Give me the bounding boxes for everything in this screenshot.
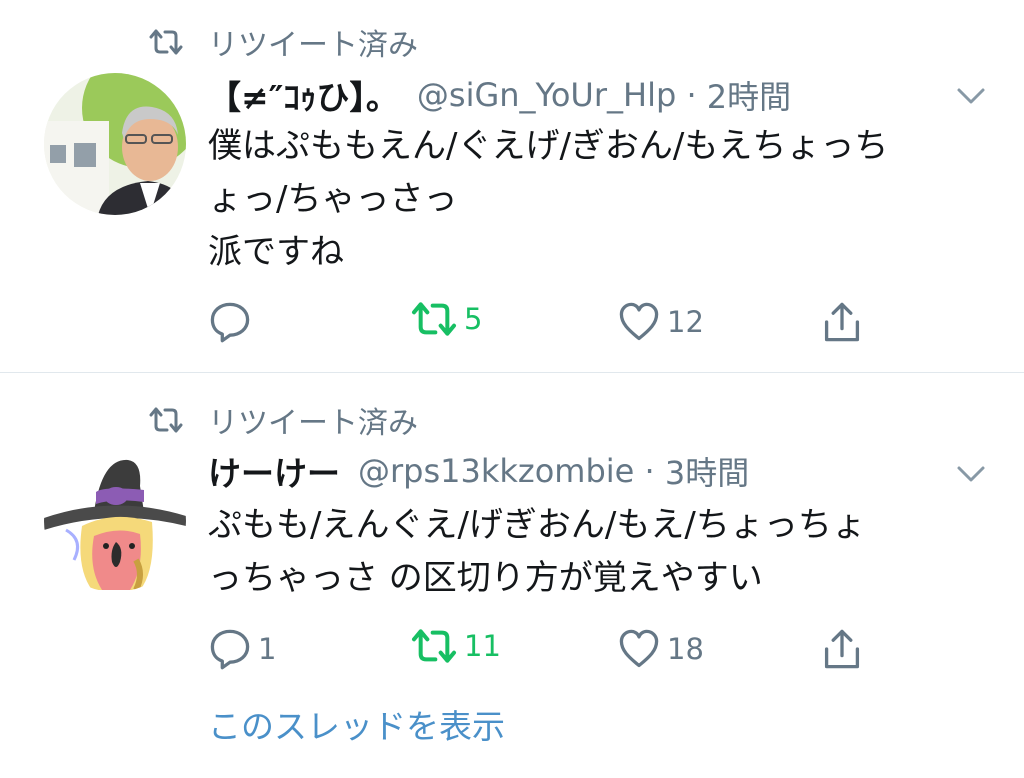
avatar[interactable] (44, 73, 186, 215)
reply-icon (208, 300, 252, 344)
reply-count: 1 (258, 632, 277, 666)
retweet-context-label: リツイート済み (208, 406, 418, 441)
retweet-icon (410, 300, 458, 338)
avatar-photo (44, 73, 186, 215)
tweet-text-line: っちゃっさ の区切り方が覚えやすい (208, 558, 763, 598)
retweet-count: 5 (464, 302, 483, 336)
retweet-button[interactable]: 11 (410, 627, 501, 665)
avatar-illustration (44, 450, 186, 592)
reply-icon (208, 627, 252, 671)
user-handle[interactable]: @rps13kkzombie (358, 452, 634, 490)
like-icon (617, 300, 661, 344)
tweet-text: 僕はぷももえん/ぐえげ/ぎおん/もえちょっち ょっ/ちゃっさっ 派ですね (208, 120, 998, 279)
share-icon (820, 627, 864, 671)
share-icon (820, 300, 864, 344)
retweet-icon (410, 627, 458, 665)
retweet-icon (148, 28, 184, 56)
share-button[interactable] (820, 627, 864, 671)
like-button[interactable]: 18 (617, 627, 704, 671)
retweet-context-label: リツイート済み (208, 28, 418, 63)
tweet-text-line: ぷもも/えんぐえ/げぎおん/もえ/ちょっちょ (208, 505, 866, 545)
tweet-text-line: 僕はぷももえん/ぐえげ/ぎおん/もえちょっち (208, 126, 889, 166)
show-thread-link[interactable]: このスレッドを表示 (208, 700, 505, 748)
tweet[interactable]: リツイート済み けーけー @rps13kkzombie · 3時間 ぷもも/えん… (0, 373, 1024, 778)
display-name[interactable]: けーけー (208, 447, 340, 495)
retweet-context: リツイート済み (148, 22, 418, 63)
user-handle[interactable]: @siGn_YoUr_Hlp (417, 76, 676, 114)
chevron-down-icon[interactable] (956, 86, 986, 106)
like-count: 12 (667, 305, 704, 339)
timestamp[interactable]: 2時間 (707, 72, 791, 118)
like-button[interactable]: 12 (617, 300, 704, 344)
dot-separator: · (676, 76, 707, 114)
tweet-text-line: ょっ/ちゃっさっ (208, 179, 458, 219)
tweet-text: ぷもも/えんぐえ/げぎおん/もえ/ちょっちょ っちゃっさ の区切り方が覚えやすい (208, 499, 998, 605)
tweet-text-line: 派ですね (208, 232, 344, 272)
reply-button[interactable]: 1 (208, 627, 276, 671)
dot-separator: · (634, 452, 665, 490)
timestamp[interactable]: 3時間 (665, 448, 749, 494)
share-button[interactable] (820, 300, 864, 344)
retweet-button[interactable]: 5 (410, 300, 482, 338)
retweet-count: 11 (464, 629, 501, 663)
retweet-context: リツイート済み (148, 400, 418, 441)
tweet-header: 【≠″ｺｩひ】。 @siGn_YoUr_Hlp · 2時間 (208, 72, 791, 118)
retweet-icon (148, 406, 184, 434)
like-icon (617, 627, 661, 671)
like-count: 18 (667, 632, 704, 666)
reply-button[interactable] (208, 300, 258, 344)
tweet-header: けーけー @rps13kkzombie · 3時間 (208, 448, 749, 494)
tweet[interactable]: リツイート済み 【≠″ｺｩひ】。 @siGn_YoUr_Hlp · 2時間 僕は… (0, 0, 1024, 372)
display-name[interactable]: 【≠″ｺｩひ】。 (208, 71, 399, 119)
chevron-down-icon[interactable] (956, 464, 986, 484)
avatar[interactable] (44, 450, 186, 592)
